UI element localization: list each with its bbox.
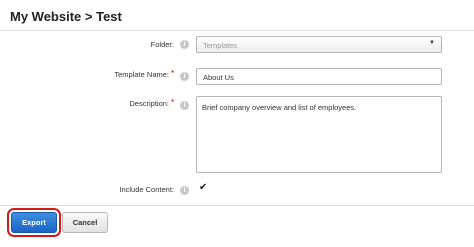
- required-asterisk: *: [171, 98, 175, 107]
- description-label: Description:: [129, 99, 169, 108]
- description-textarea[interactable]: Brief company overview and list of emplo…: [196, 96, 442, 173]
- include-content-label: Include Content:: [119, 185, 174, 194]
- folder-select-value: Templates: [203, 41, 238, 50]
- cancel-button[interactable]: Cancel: [62, 212, 108, 233]
- template-name-input[interactable]: About Us: [196, 68, 442, 85]
- footer-divider: [0, 205, 474, 206]
- template-name-label: Template Name:: [114, 70, 169, 79]
- info-icon[interactable]: i: [180, 101, 189, 110]
- info-icon[interactable]: i: [180, 40, 189, 49]
- info-icon[interactable]: i: [180, 72, 189, 81]
- export-button[interactable]: Export: [11, 212, 57, 233]
- include-content-checkbox[interactable]: ✔: [199, 183, 209, 193]
- chevron-down-icon: ▼: [429, 40, 435, 46]
- header-divider: [0, 30, 474, 31]
- folder-select[interactable]: Templates ▼: [196, 36, 442, 53]
- required-asterisk: *: [171, 69, 175, 78]
- info-icon[interactable]: i: [180, 186, 189, 195]
- template-name-value: About Us: [203, 73, 234, 82]
- folder-label: Folder:: [150, 40, 174, 49]
- description-value: Brief company overview and list of emplo…: [202, 103, 357, 112]
- page-title: My Website > Test: [10, 9, 122, 24]
